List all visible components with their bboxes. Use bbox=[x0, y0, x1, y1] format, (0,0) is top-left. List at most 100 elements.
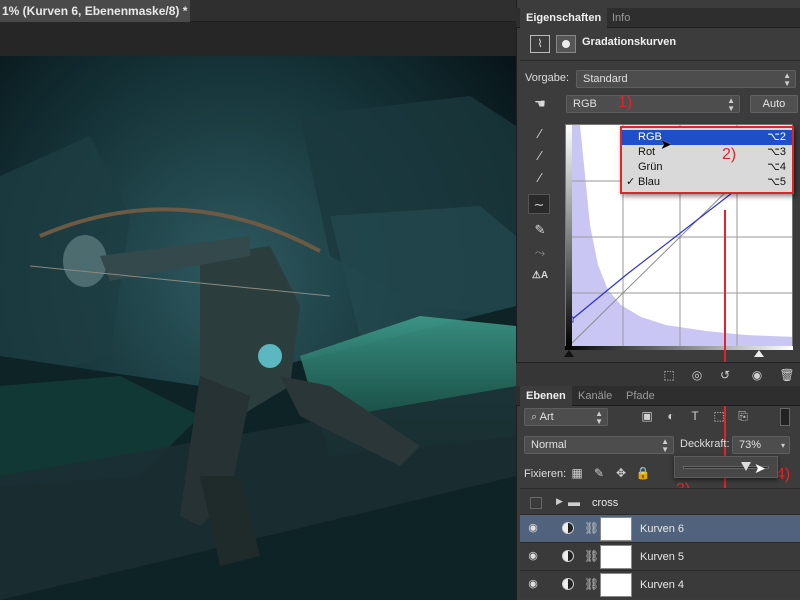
mouse-cursor-icon: ➤ bbox=[754, 460, 766, 476]
select-arrows-icon: ▲ ▼ bbox=[783, 71, 791, 88]
select-arrows-icon: ▲ ▼ bbox=[595, 409, 603, 426]
layer-name[interactable]: Kurven 6 bbox=[640, 515, 684, 543]
curves-adjustment-icon bbox=[562, 522, 574, 534]
tab-info[interactable]: Info bbox=[606, 8, 636, 28]
layer-mask-thumbnail[interactable] bbox=[600, 545, 632, 569]
filter-smart-object-icon[interactable]: ⎘ bbox=[734, 407, 752, 425]
mouse-cursor-icon: ➤ bbox=[660, 136, 672, 152]
menu-item-shortcut: ⌥4 bbox=[767, 161, 786, 173]
group-name: cross bbox=[592, 497, 619, 509]
trash-icon[interactable]: 🗑 bbox=[778, 366, 796, 384]
properties-icon-bar: ⬚ ◎ ↺ ◉ 🗑 bbox=[516, 362, 800, 386]
smooth-curve-icon[interactable]: ⤳ bbox=[530, 243, 550, 263]
tab-eigenschaften[interactable]: Eigenschaften bbox=[520, 8, 608, 28]
link-icon: ⛓ bbox=[584, 521, 600, 535]
view-previous-state-icon[interactable]: ◎ bbox=[688, 366, 706, 384]
clip-to-layer-icon[interactable]: ⬚ bbox=[660, 366, 678, 384]
layer-filter-select[interactable]: ⌕ Art ▲ ▼ bbox=[524, 408, 608, 426]
layer-mask-thumbnail[interactable] bbox=[600, 573, 632, 597]
mask-icon[interactable] bbox=[556, 35, 576, 53]
menu-item-gruen[interactable]: Grün ⌥4 bbox=[622, 160, 792, 175]
layer-name[interactable]: Kurven 5 bbox=[640, 543, 684, 571]
menu-item-label: RGB bbox=[638, 131, 662, 143]
layer-group-row[interactable]: ▶ ▬ cross bbox=[520, 488, 800, 516]
pencil-tool-icon[interactable]: ✎ bbox=[530, 220, 550, 240]
layers-tab-row: Ebenen Kanäle Pfade bbox=[516, 386, 800, 406]
opacity-label: Deckkraft: bbox=[680, 438, 730, 450]
on-image-adjust-icon[interactable]: ☚ bbox=[530, 94, 550, 114]
filter-adjustment-icon[interactable]: ◐ bbox=[662, 407, 680, 425]
filter-pixel-icon[interactable]: ▣ bbox=[638, 407, 656, 425]
layer-mask-thumbnail[interactable] bbox=[600, 517, 632, 541]
expand-triangle-icon[interactable]: ▶ bbox=[556, 496, 563, 507]
curves-adjustment-icon bbox=[562, 550, 574, 562]
document-tab[interactable]: 1% (Kurven 6, Ebenenmaske/8) * bbox=[0, 0, 190, 22]
clipping-warning-icon[interactable]: ⚠A bbox=[530, 266, 550, 286]
image-canvas[interactable] bbox=[0, 56, 516, 600]
menu-item-shortcut: ⌥3 bbox=[767, 146, 786, 158]
blend-mode-select[interactable]: Normal ▲ ▼ bbox=[524, 436, 674, 454]
eye-icon[interactable]: ◉ bbox=[526, 521, 540, 535]
preset-select[interactable]: Standard ▲ ▼ bbox=[576, 70, 796, 88]
preset-label: Vorgabe: bbox=[525, 72, 570, 84]
output-gradient-bar bbox=[566, 125, 572, 347]
properties-header-title: Gradationskurven bbox=[582, 36, 677, 48]
curve-point-tool-icon[interactable]: ∼ bbox=[528, 194, 550, 214]
menu-item-label: Grün bbox=[638, 161, 663, 173]
link-icon: ⛓ bbox=[584, 549, 600, 563]
visibility-off-box[interactable] bbox=[530, 497, 542, 509]
canvas-backdrop bbox=[0, 22, 516, 56]
folder-icon: ▬ bbox=[568, 495, 580, 509]
checkmark-icon: ✓ bbox=[626, 176, 636, 188]
opacity-field[interactable]: 73% ▾ bbox=[732, 436, 790, 454]
layer-filter-value: Art bbox=[539, 411, 554, 423]
menu-item-rgb[interactable]: RGB ⌥2 bbox=[622, 130, 792, 145]
menu-item-blau[interactable]: ✓ Blau ⌥5 bbox=[622, 175, 792, 190]
eyedropper-gray-icon[interactable]: ⁄ bbox=[530, 146, 550, 166]
lock-transparent-icon[interactable]: ▦ bbox=[568, 464, 586, 482]
lock-position-icon[interactable]: ✥ bbox=[612, 464, 630, 482]
filter-shape-icon[interactable]: ⬚ bbox=[710, 407, 728, 425]
properties-tab-row: Eigenschaften Info bbox=[516, 8, 800, 28]
menu-item-label: Rot bbox=[638, 146, 656, 158]
eye-icon[interactable]: ◉ bbox=[526, 549, 540, 563]
curves-adjustment-icon[interactable]: ⌇ bbox=[530, 35, 550, 53]
channel-value: RGB bbox=[573, 98, 597, 110]
lock-label: Fixieren: bbox=[524, 468, 567, 480]
tab-ebenen[interactable]: Ebenen bbox=[520, 386, 572, 406]
lock-all-icon[interactable]: 🔒 bbox=[634, 464, 652, 482]
layer-row[interactable]: ◉ ⛓ Kurven 6 bbox=[520, 514, 800, 542]
search-icon: ⌕ bbox=[531, 411, 538, 423]
blend-mode-value: Normal bbox=[531, 439, 567, 451]
opacity-slider-thumb[interactable] bbox=[740, 462, 751, 471]
tab-pfade[interactable]: Pfade bbox=[620, 386, 661, 406]
menu-item-rot[interactable]: Rot ⌥3 bbox=[622, 145, 792, 160]
document-tab-bar: 1% (Kurven 6, Ebenenmaske/8) * bbox=[0, 0, 516, 22]
annotation-1: 1) bbox=[618, 94, 633, 111]
eyedropper-black-icon[interactable]: ⁄ bbox=[530, 124, 550, 144]
white-point-slider[interactable] bbox=[754, 350, 764, 357]
visibility-icon[interactable]: ◉ bbox=[748, 366, 766, 384]
menu-item-label: Blau bbox=[638, 176, 661, 188]
eyedropper-white-icon[interactable]: ⁄ bbox=[530, 168, 550, 188]
menu-item-shortcut: ⌥5 bbox=[767, 176, 786, 188]
filter-toggle[interactable] bbox=[780, 408, 790, 426]
divider bbox=[520, 60, 800, 61]
layer-row[interactable]: ◉ ⛓ Kurven 5 bbox=[520, 542, 800, 570]
black-point-slider[interactable] bbox=[564, 350, 574, 357]
select-arrows-icon: ▲ ▼ bbox=[661, 437, 669, 454]
eye-icon[interactable]: ◉ bbox=[526, 577, 540, 591]
menu-item-shortcut: ⌥2 bbox=[767, 131, 786, 143]
filter-type-icon[interactable]: T bbox=[686, 407, 704, 425]
layer-row[interactable]: ◉ ⛓ Kurven 4 bbox=[520, 570, 800, 598]
archer-photo bbox=[0, 56, 516, 600]
tab-kanaele[interactable]: Kanäle bbox=[572, 386, 618, 406]
preset-value: Standard bbox=[583, 73, 628, 85]
lock-paint-icon[interactable]: ✎ bbox=[590, 464, 608, 482]
annotation-4: 4) bbox=[776, 466, 791, 483]
mask-circle bbox=[562, 40, 570, 48]
reset-icon[interactable]: ↺ bbox=[716, 366, 734, 384]
channel-select[interactable]: RGB ▲ ▼ bbox=[566, 95, 740, 113]
layer-name[interactable]: Kurven 4 bbox=[640, 571, 684, 599]
auto-button[interactable]: Auto bbox=[750, 95, 798, 113]
